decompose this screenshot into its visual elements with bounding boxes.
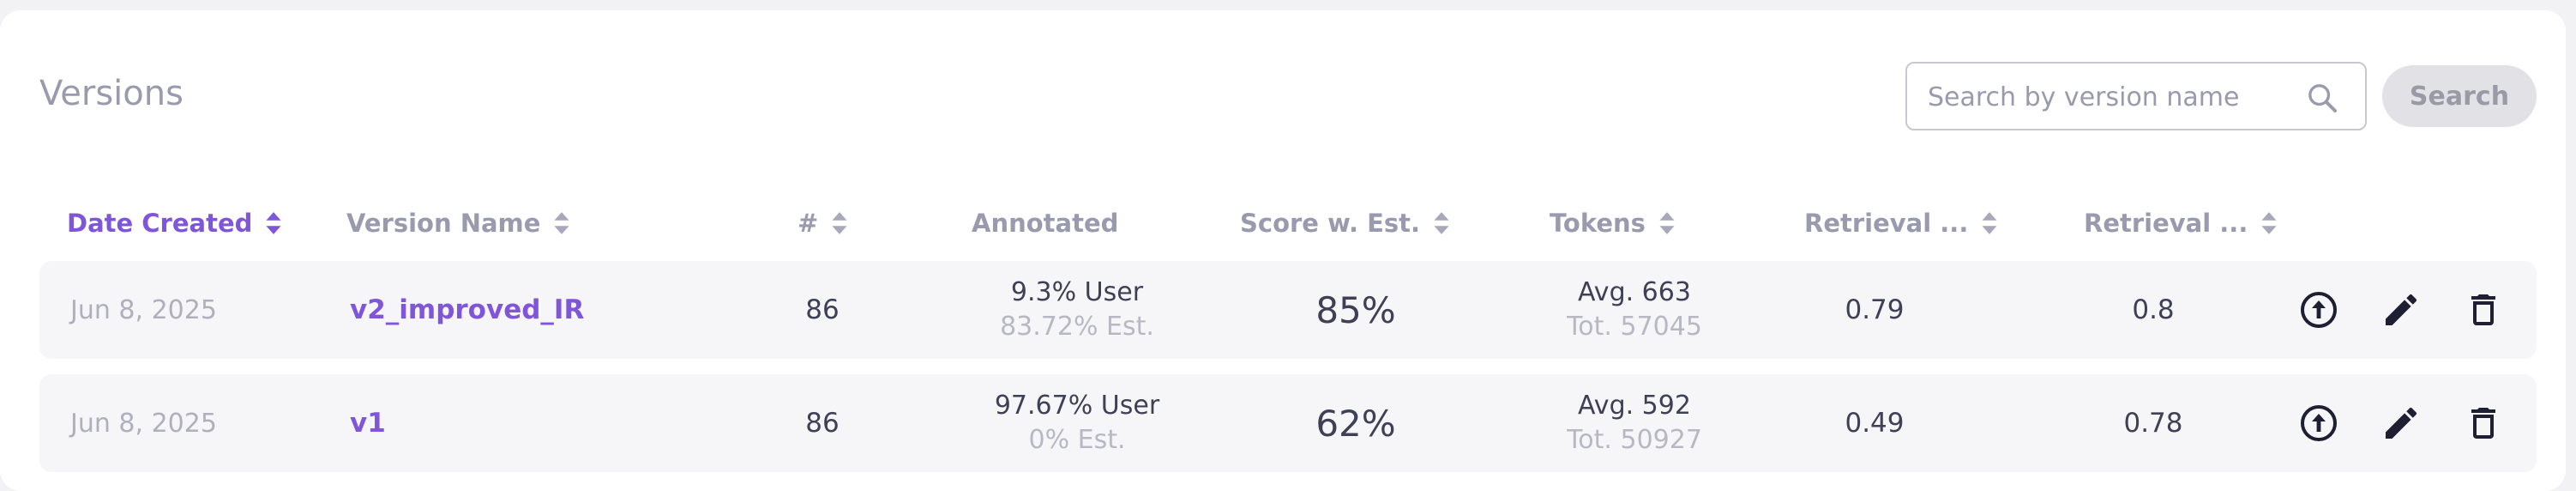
score-value: 85% xyxy=(1315,288,1396,331)
tokens-total: Tot. 50927 xyxy=(1567,425,1702,455)
upload-circle-icon[interactable] xyxy=(2298,289,2339,330)
version-name-link[interactable]: v2_improved_IR xyxy=(350,294,584,325)
count-value: 86 xyxy=(805,408,840,439)
score-cell: 62% xyxy=(1240,374,1472,472)
column-label: Retrieval ... xyxy=(2084,209,2248,238)
trash-icon[interactable] xyxy=(2463,289,2504,330)
annotated-cell: 9.3% User 83.72% Est. xyxy=(931,261,1223,359)
retrieval-2-value: 0.8 xyxy=(2132,294,2175,325)
annotated-cell: 97.67% User 0% Est. xyxy=(931,374,1223,472)
annotated-est: 0% Est. xyxy=(1028,425,1126,455)
score-value: 62% xyxy=(1315,402,1396,445)
version-name-link[interactable]: v1 xyxy=(350,408,386,439)
sort-icon xyxy=(554,212,569,234)
column-header-date-created[interactable]: Date Created xyxy=(67,206,283,240)
versions-panel: Versions Search Date Created Version Nam… xyxy=(0,10,2566,491)
column-label: Tokens xyxy=(1550,209,1646,238)
column-label: Retrieval ... xyxy=(1804,209,1969,238)
count-cell: 86 xyxy=(784,261,861,359)
sort-icon xyxy=(1659,212,1675,234)
version-name-cell[interactable]: v2_improved_IR xyxy=(350,261,584,359)
sort-icon xyxy=(1434,212,1449,234)
column-header-version-name[interactable]: Version Name xyxy=(346,206,571,240)
tokens-cell: Avg. 592 Tot. 50927 xyxy=(1497,374,1772,472)
retrieval-2-cell: 0.78 xyxy=(2067,374,2239,472)
annotated-est: 83.72% Est. xyxy=(1000,312,1154,342)
column-header-retrieval-1[interactable]: Retrieval ... xyxy=(1804,206,1999,240)
date-cell: Jun 8, 2025 xyxy=(70,261,217,359)
retrieval-1-cell: 0.79 xyxy=(1789,261,1960,359)
table-row[interactable]: Jun 8, 2025 v1 86 97.67% User 0% Est. 62… xyxy=(39,374,2537,472)
table-row[interactable]: Jun 8, 2025 v2_improved_IR 86 9.3% User … xyxy=(39,261,2537,359)
retrieval-1-value: 0.49 xyxy=(1845,408,1905,439)
column-label: Score w. Est. xyxy=(1240,209,1421,238)
page-title: Versions xyxy=(39,74,184,113)
upload-circle-icon[interactable] xyxy=(2298,403,2339,444)
tokens-avg: Avg. 592 xyxy=(1578,391,1691,421)
search-button[interactable]: Search xyxy=(2382,65,2537,127)
column-label: Annotated xyxy=(972,209,1119,238)
count-cell: 86 xyxy=(784,374,861,472)
score-cell: 85% xyxy=(1240,261,1472,359)
trash-icon[interactable] xyxy=(2463,403,2504,444)
tokens-avg: Avg. 663 xyxy=(1578,277,1691,307)
tokens-total: Tot. 57045 xyxy=(1567,312,1702,342)
date-created: Jun 8, 2025 xyxy=(70,294,217,325)
column-header-count[interactable]: # xyxy=(797,206,849,240)
column-header-annotated: Annotated xyxy=(972,206,1118,240)
search-icon[interactable] xyxy=(2305,81,2339,115)
retrieval-1-value: 0.79 xyxy=(1845,294,1905,325)
date-created: Jun 8, 2025 xyxy=(70,408,217,439)
pencil-icon[interactable] xyxy=(2380,403,2422,444)
version-name-cell[interactable]: v1 xyxy=(350,374,386,472)
sort-icon xyxy=(266,212,281,234)
column-label: Date Created xyxy=(67,209,253,238)
column-header-retrieval-2[interactable]: Retrieval ... xyxy=(2084,206,2278,240)
annotated-user: 9.3% User xyxy=(1010,277,1144,307)
retrieval-1-cell: 0.49 xyxy=(1789,374,1960,472)
column-label: Version Name xyxy=(346,209,541,238)
search-field[interactable] xyxy=(1905,62,2367,130)
column-label: # xyxy=(797,209,819,238)
column-header-tokens[interactable]: Tokens xyxy=(1550,206,1676,240)
count-value: 86 xyxy=(805,294,840,325)
column-header-score[interactable]: Score w. Est. xyxy=(1240,206,1451,240)
search-input[interactable] xyxy=(1926,79,2290,115)
sort-icon xyxy=(1982,212,1997,234)
date-cell: Jun 8, 2025 xyxy=(70,374,217,472)
pencil-icon[interactable] xyxy=(2380,289,2422,330)
annotated-user: 97.67% User xyxy=(994,391,1160,421)
sort-icon xyxy=(2261,212,2277,234)
sort-icon xyxy=(832,212,847,234)
retrieval-2-value: 0.78 xyxy=(2123,408,2183,439)
retrieval-2-cell: 0.8 xyxy=(2067,261,2239,359)
tokens-cell: Avg. 663 Tot. 57045 xyxy=(1497,261,1772,359)
